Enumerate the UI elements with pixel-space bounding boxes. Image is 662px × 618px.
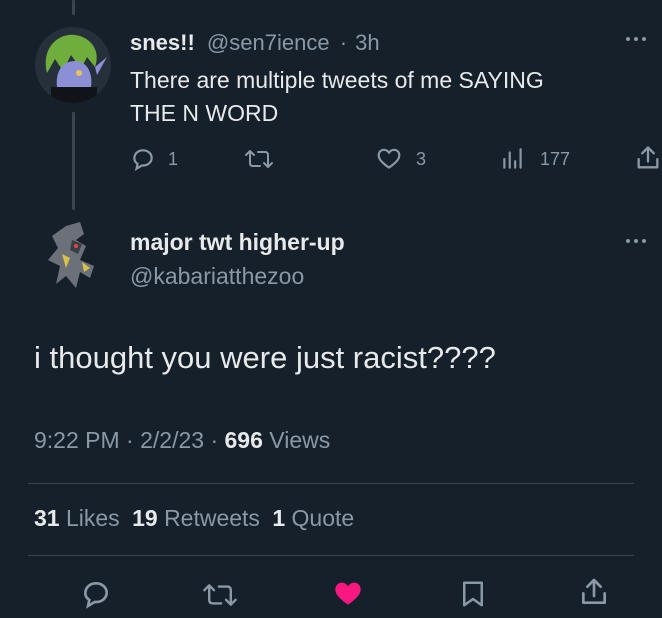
parent-tweet-text: There are multiple tweets of me SAYING T… <box>130 64 544 130</box>
views-button[interactable]: 177 <box>500 146 570 172</box>
reply-icon <box>83 581 109 609</box>
avatar[interactable] <box>36 218 112 294</box>
views-count: 696 <box>224 427 263 453</box>
view-count: 177 <box>540 148 571 169</box>
display-name[interactable]: snes!! <box>130 30 195 55</box>
retweets-count: 19 <box>132 505 158 531</box>
like-button[interactable] <box>332 578 364 610</box>
like-button[interactable]: 3 <box>376 146 426 172</box>
timestamp[interactable]: 3h <box>355 30 379 55</box>
likes-count: 31 <box>34 505 60 531</box>
separator: · <box>126 427 134 453</box>
views-icon <box>503 148 522 169</box>
display-name[interactable]: major twt higher-up <box>130 225 345 259</box>
retweet-icon <box>203 584 237 606</box>
share-icon <box>582 578 606 604</box>
retweet-button[interactable] <box>244 146 274 172</box>
parent-tweet-header: snes!! @sen7ience · 3h <box>130 30 380 56</box>
retweets-label: Retweets <box>164 505 260 531</box>
avatar-image <box>35 27 111 103</box>
reply-count: 1 <box>168 148 179 169</box>
tweet-metadata: 9:22 PM · 2/2/23 · 696 Views <box>34 427 330 454</box>
divider <box>28 555 634 556</box>
tweet-date[interactable]: 2/2/23 <box>140 427 204 453</box>
share-button[interactable] <box>578 576 610 608</box>
like-count: 3 <box>416 148 427 169</box>
retweet-button[interactable] <box>202 580 238 610</box>
views-label: Views <box>269 427 331 453</box>
like-icon <box>335 582 361 605</box>
tweet-time[interactable]: 9:22 PM <box>34 427 120 453</box>
tweet-text-line: There are multiple tweets of me SAYING <box>130 67 544 93</box>
parent-tweet[interactable]: snes!! @sen7ience · 3h There are multipl… <box>0 0 662 200</box>
tweet-text-line: THE N WORD <box>130 100 279 126</box>
reply-button[interactable]: 1 <box>130 146 178 172</box>
reply-button[interactable] <box>80 578 112 610</box>
handle[interactable]: @kabariatthezoo <box>130 259 345 293</box>
handle[interactable]: @sen7ience <box>207 30 330 55</box>
retweet-icon <box>245 150 273 168</box>
reply-icon <box>133 149 153 171</box>
divider <box>28 483 634 484</box>
likes-label: Likes <box>65 505 120 531</box>
quotes-count: 1 <box>272 505 286 531</box>
main-tweet-text: i thought you were just racist???? <box>34 340 496 375</box>
separator: · <box>339 30 348 55</box>
retweets-stat[interactable]: 19 Retweets <box>132 505 266 531</box>
separator: · <box>210 427 219 453</box>
quotes-stat[interactable]: 1 Quote <box>272 505 354 531</box>
engagement-stats: 31 Likes 19 Retweets 1 Quote <box>34 505 354 532</box>
more-icon[interactable] <box>624 34 648 44</box>
quotes-label: Quote <box>291 505 355 531</box>
more-icon[interactable] <box>624 236 648 246</box>
bookmark-icon <box>463 581 483 607</box>
avatar-image <box>36 218 112 294</box>
avatar[interactable] <box>35 27 111 103</box>
likes-stat[interactable]: 31 Likes <box>34 505 126 531</box>
main-tweet-author: major twt higher-up @kabariatthezoo <box>130 225 345 293</box>
share-icon <box>637 146 659 169</box>
share-button[interactable] <box>634 144 662 172</box>
like-icon <box>377 148 401 169</box>
bookmark-button[interactable] <box>458 578 488 610</box>
